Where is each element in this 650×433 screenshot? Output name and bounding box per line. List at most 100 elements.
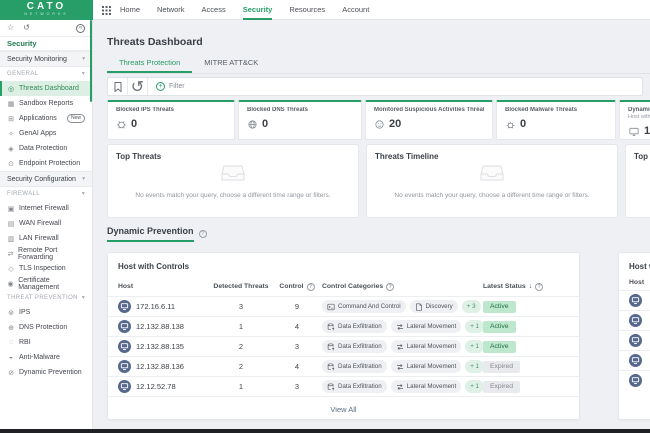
more-categories-chip[interactable]: + 3 [462, 300, 481, 313]
saved-filters-bookmark-icon[interactable] [108, 78, 128, 95]
more-categories-chip[interactable]: + 1 [465, 320, 483, 333]
view-all-link[interactable]: View All [108, 396, 579, 422]
stat-card-blocked-ips-threats[interactable]: Blocked IPS Threats0 [107, 100, 235, 140]
stat-card-blocked-malware-threats[interactable]: Blocked Malware Threats0 [496, 100, 616, 140]
more-categories-chip[interactable]: + 1 [465, 360, 483, 373]
sidebar-section-threat-prevention[interactable]: THREAT PREVENTION▾ [0, 291, 92, 305]
sidebar-item-wan-firewall[interactable]: ▤WAN Firewall [0, 216, 92, 231]
cato-logo[interactable]: CATO NETWORKS [0, 0, 93, 20]
tab-mitre-att-ck[interactable]: MITRE ATT&CK [192, 58, 270, 73]
category-chip-data-exfiltration[interactable]: Data Exfiltration [322, 360, 387, 373]
filter-history-icon[interactable]: ↺ [128, 78, 148, 95]
cat-doc-icon [415, 303, 423, 311]
category-chip-data-exfiltration[interactable]: Data Exfiltration [322, 340, 387, 353]
sidebar-item-genai-apps[interactable]: ✧GenAI Apps [0, 126, 92, 141]
more-categories-chip[interactable]: + 1 [465, 340, 483, 353]
add-filter-icon[interactable]: + [156, 82, 165, 91]
table-row[interactable]: 12.12.52.7813Data ExfiltrationLateral Mo… [108, 376, 579, 396]
malware-icon [505, 119, 516, 130]
sidebar-item-dynamic-prevention[interactable]: ⊘Dynamic Prevention [0, 365, 92, 380]
sidebar-group-security-monitoring[interactable]: Security Monitoring▾ [0, 51, 92, 67]
cat-db-icon [327, 343, 335, 351]
sidebar-section-general[interactable]: GENERAL▾ [0, 67, 92, 81]
table-row[interactable] [619, 370, 650, 390]
stat-value: 0 [247, 118, 353, 130]
col-control-categories[interactable]: Control Categories [322, 283, 483, 291]
category-chip-lateral-movement[interactable]: Lateral Movement [391, 360, 462, 373]
help-icon[interactable] [307, 283, 315, 291]
data-protection-icon: ◈ [7, 145, 15, 153]
sidebar-item-tls-inspection[interactable]: ◇TLS Inspection [0, 261, 92, 276]
table-row[interactable]: 172.16.6.1139Command And ControlDiscover… [108, 296, 579, 316]
table-row[interactable]: 12.132.88.13814Data ExfiltrationLateral … [108, 316, 579, 336]
nav-item-home[interactable]: Home [120, 0, 140, 20]
col-host[interactable]: Host [619, 277, 650, 290]
sidebar-item-endpoint-protection[interactable]: ⊙Endpoint Protection [0, 156, 92, 171]
sidebar-item-applications[interactable]: ⊞ApplicationsNew [0, 111, 92, 126]
host-icon [118, 380, 131, 393]
help-icon[interactable] [199, 230, 207, 238]
col-control[interactable]: Control [272, 283, 322, 291]
category-chip-lateral-movement[interactable]: Lateral Movement [391, 340, 462, 353]
filter-bar[interactable]: ↺ + Filter [107, 77, 643, 96]
category-chip-lateral-movement[interactable]: Lateral Movement [391, 380, 462, 393]
table-row[interactable]: 12.132.88.13624Data ExfiltrationLateral … [108, 356, 579, 376]
nav-item-network[interactable]: Network [157, 0, 185, 20]
sidebar-item-sandbox-reports[interactable]: ▦Sandbox Reports [0, 96, 92, 111]
sidebar-item-rbi[interactable]: ◌RBI [0, 335, 92, 350]
table-row[interactable] [619, 290, 650, 310]
stat-card-blocked-dns-threats[interactable]: Blocked DNS Threats0 [238, 100, 362, 140]
history-icon[interactable]: ↺ [23, 24, 30, 32]
category-chip-discovery[interactable]: Discovery [410, 300, 458, 313]
sort-desc-icon[interactable] [529, 283, 533, 290]
sidebar-item-threats-dashboard[interactable]: ◎Threats Dashboard [0, 81, 92, 96]
category-chip-data-exfiltration[interactable]: Data Exfiltration [322, 320, 387, 333]
detected-threats-value: 1 [210, 382, 272, 391]
ips-icon: ⊚ [7, 309, 15, 317]
col-detected-threats[interactable]: Detected Threats [210, 283, 272, 290]
app-window: CATO NETWORKS Home Network Access Security R… [0, 0, 650, 433]
sidebar-item-internet-firewall[interactable]: ▣Internet Firewall [0, 201, 92, 216]
brand-name: CATO [0, 2, 93, 12]
table-row[interactable] [619, 310, 650, 330]
category-chip-command-and-control[interactable]: Command And Control [322, 300, 406, 313]
table-row[interactable] [619, 350, 650, 370]
apps-grid-icon[interactable] [102, 6, 111, 15]
sidebar-item-label: RBI [19, 339, 31, 346]
tab-bar: Threats ProtectionMITRE ATT&CK [107, 58, 650, 74]
category-chip-data-exfiltration[interactable]: Data Exfiltration [322, 380, 387, 393]
stat-card-monitored-suspicious-activities-threats[interactable]: Monitored Suspicious Activities Threats2… [365, 100, 493, 140]
sidebar-item-ips[interactable]: ⊚IPS [0, 305, 92, 320]
help-icon[interactable] [535, 283, 543, 291]
collapse-sidebar-icon[interactable]: « [76, 24, 85, 33]
table-row[interactable] [619, 330, 650, 350]
sidebar-section-firewall[interactable]: FIREWALL▾ [0, 187, 92, 201]
sidebar-scrollbar[interactable] [90, 20, 92, 102]
filter-input[interactable]: Filter [169, 83, 185, 90]
sidebar-item-remote-port-forwarding[interactable]: ⇄Remote Port Forwarding [0, 246, 92, 261]
nav-item-access[interactable]: Access [202, 0, 226, 20]
sidebar-item-data-protection[interactable]: ◈Data Protection [0, 141, 92, 156]
sidebar-item-dns-protection[interactable]: ⊕DNS Protection [0, 320, 92, 335]
tab-threats-protection[interactable]: Threats Protection [107, 58, 192, 73]
panel-title: Top Threats [116, 152, 350, 161]
sidebar-item-certificate-management[interactable]: ◉Certificate Management [0, 276, 92, 291]
nav-item-account[interactable]: Account [342, 0, 369, 20]
nav-item-security[interactable]: Security [243, 0, 273, 20]
category-chip-lateral-movement[interactable]: Lateral Movement [391, 320, 462, 333]
col-host[interactable]: Host [118, 283, 210, 290]
col-latest-status[interactable]: Latest Status [483, 283, 569, 291]
help-icon[interactable] [386, 283, 394, 291]
favorites-star-icon[interactable]: ☆ [7, 24, 14, 32]
table-row[interactable]: 12.132.88.13523Data ExfiltrationLateral … [108, 336, 579, 356]
more-categories-chip[interactable]: + 1 [465, 380, 483, 393]
sidebar-item-lan-firewall[interactable]: ▥LAN Firewall [0, 231, 92, 246]
nav-item-resources[interactable]: Resources [289, 0, 325, 20]
status-badge: Active [483, 301, 516, 313]
host-ip: 12.132.88.136 [136, 362, 184, 371]
sidebar-item-anti-malware[interactable]: ◒Anti-Malware [0, 350, 92, 365]
sidebar-group-security-configuration[interactable]: Security Configuration▾ [0, 171, 92, 187]
category-label: Lateral Movement [407, 383, 457, 390]
stat-card-dynamic[interactable]: DynamicHost with11 [619, 100, 650, 140]
threats-dashboard-icon: ◎ [7, 85, 15, 93]
